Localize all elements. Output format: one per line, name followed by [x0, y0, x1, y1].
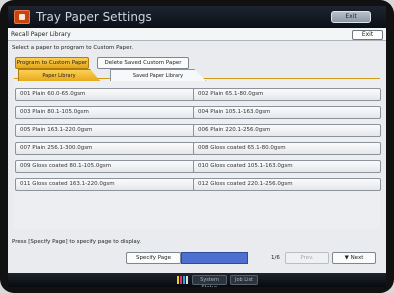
paper-item-004[interactable]: 004 Plain 105.1-163.0gsm — [193, 106, 381, 119]
instruction-text: Select a paper to program to Custom Pape… — [12, 45, 133, 51]
next-page-button[interactable]: ▼ Next — [332, 252, 376, 264]
paper-item-003[interactable]: 003 Plain 80.1-105.0gsm — [15, 106, 203, 119]
paper-item-008[interactable]: 008 Gloss coated 65.1-80.0gsm — [193, 142, 381, 155]
paper-item-002[interactable]: 002 Plain 65.1-80.0gsm — [193, 88, 381, 101]
page-title: Recall Paper Library — [11, 31, 71, 38]
tab-paper-library[interactable]: Paper Library — [18, 69, 100, 81]
specify-page-field[interactable] — [181, 252, 248, 264]
prev-page-button[interactable]: Prev. — [285, 252, 329, 264]
page-indicator: 1/6 — [271, 255, 280, 261]
window-title: Tray Paper Settings — [36, 10, 152, 24]
paper-item-006[interactable]: 006 Plain 220.1-256.0gsm — [193, 124, 381, 137]
title-exit-button[interactable]: Exit — [331, 11, 371, 23]
program-to-custom-paper-button[interactable]: Program to Custom Paper — [15, 57, 89, 69]
paper-item-005[interactable]: 005 Plain 163.1-220.0gsm — [15, 124, 203, 137]
paper-item-007[interactable]: 007 Plain 256.1-300.0gsm — [15, 142, 203, 155]
status-bar: System Status Job List — [8, 273, 386, 287]
delete-saved-custom-paper-button[interactable]: Delete Saved Custom Paper — [97, 57, 189, 69]
title-bar: Tray Paper Settings Exit — [8, 6, 386, 28]
specify-page-button[interactable]: Specify Page — [126, 252, 181, 264]
touch-screen: Tray Paper Settings Exit Recall Paper Li… — [8, 6, 386, 287]
device-bezel: Tray Paper Settings Exit Recall Paper Li… — [0, 0, 394, 293]
screen-header: Recall Paper Library Exit — [8, 28, 386, 41]
job-list-button[interactable]: Job List — [230, 275, 258, 285]
exit-button[interactable]: Exit — [352, 30, 383, 40]
paper-item-009[interactable]: 009 Gloss coated 80.1-105.0gsm — [15, 160, 203, 173]
system-status-button[interactable]: System Status — [192, 275, 227, 287]
paper-item-010[interactable]: 010 Gloss coated 105.1-163.0gsm — [193, 160, 381, 173]
paper-item-001[interactable]: 001 Plain 60.0-65.0gsm — [15, 88, 203, 101]
paper-item-011[interactable]: 011 Gloss coated 163.1-220.0gsm — [15, 178, 203, 191]
toner-level-icon — [177, 276, 189, 284]
printer-settings-icon — [14, 10, 30, 24]
tab-saved-paper-library[interactable]: Saved Paper Library — [110, 69, 206, 81]
specify-page-hint: Press [Specify Page] to specify page to … — [12, 239, 141, 245]
paper-item-012[interactable]: 012 Gloss coated 220.1-256.0gsm — [193, 178, 381, 191]
